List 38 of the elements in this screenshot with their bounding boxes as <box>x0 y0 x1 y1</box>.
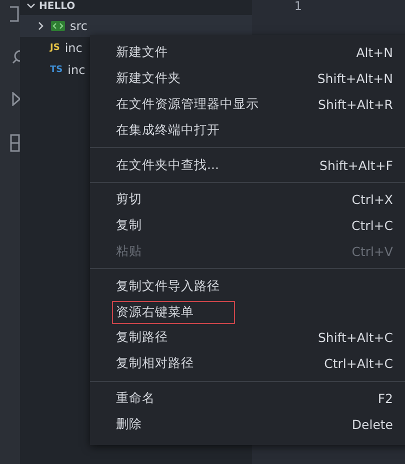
shortcut-text: Shift+Alt+R <box>318 96 393 112</box>
menu-item[interactable]: 资源右键菜单 <box>113 302 234 323</box>
menu-item[interactable]: 重命名 <box>113 388 158 409</box>
shortcut-text: Shift+Alt+N <box>317 71 393 86</box>
file-name[interactable]: inc <box>64 41 82 55</box>
search-icon[interactable] <box>12 50 20 64</box>
shortcut-text: Ctrl+C <box>352 218 393 234</box>
folder-name[interactable]: src <box>70 19 88 33</box>
menu-item[interactable]: 删除 <box>113 414 145 435</box>
menu-item[interactable]: 在文件夹中查找... <box>113 154 222 176</box>
extensions-icon[interactable] <box>10 134 20 152</box>
shortcut-text: F2 <box>378 390 393 406</box>
js-file-icon: JS <box>50 43 60 53</box>
files-icon[interactable] <box>10 6 20 22</box>
menu-item[interactable]: 复制相对路径 <box>113 353 197 374</box>
menu-item[interactable]: 复制文件导入路径 <box>113 276 223 297</box>
chevron-icon[interactable] <box>36 21 46 31</box>
shortcut-text: Ctrl+X <box>352 192 393 208</box>
shortcut-text: Alt+N <box>356 45 393 60</box>
menu-item[interactable]: 在集成终端中打开 <box>113 120 223 141</box>
explorer-title: HELLO <box>39 0 76 12</box>
chevron-icon[interactable] <box>26 1 36 11</box>
shortcut-text: Delete <box>352 416 393 432</box>
shortcut-text: Ctrl+V <box>352 244 393 259</box>
menu-item[interactable]: 在文件资源管理器中显示 <box>113 94 262 115</box>
menu-item[interactable]: 新建文件 <box>113 42 171 64</box>
shortcut-text: Shift+Alt+C <box>318 330 393 346</box>
ts-file-icon: TS <box>50 65 63 75</box>
folder-code-icon <box>51 21 65 31</box>
menu-item[interactable]: 复制路径 <box>113 327 171 348</box>
play-icon[interactable] <box>12 92 20 106</box>
line-number: 1 <box>294 0 302 15</box>
file-name[interactable]: inc <box>68 63 86 77</box>
menu-item[interactable]: 复制 <box>113 215 145 236</box>
shortcut-text: Shift+Alt+F <box>320 158 393 173</box>
menu-item[interactable]: 新建文件夹 <box>113 68 184 90</box>
shortcut-text: Ctrl+Alt+C <box>324 356 393 372</box>
menu-item[interactable]: 剪切 <box>113 189 145 210</box>
